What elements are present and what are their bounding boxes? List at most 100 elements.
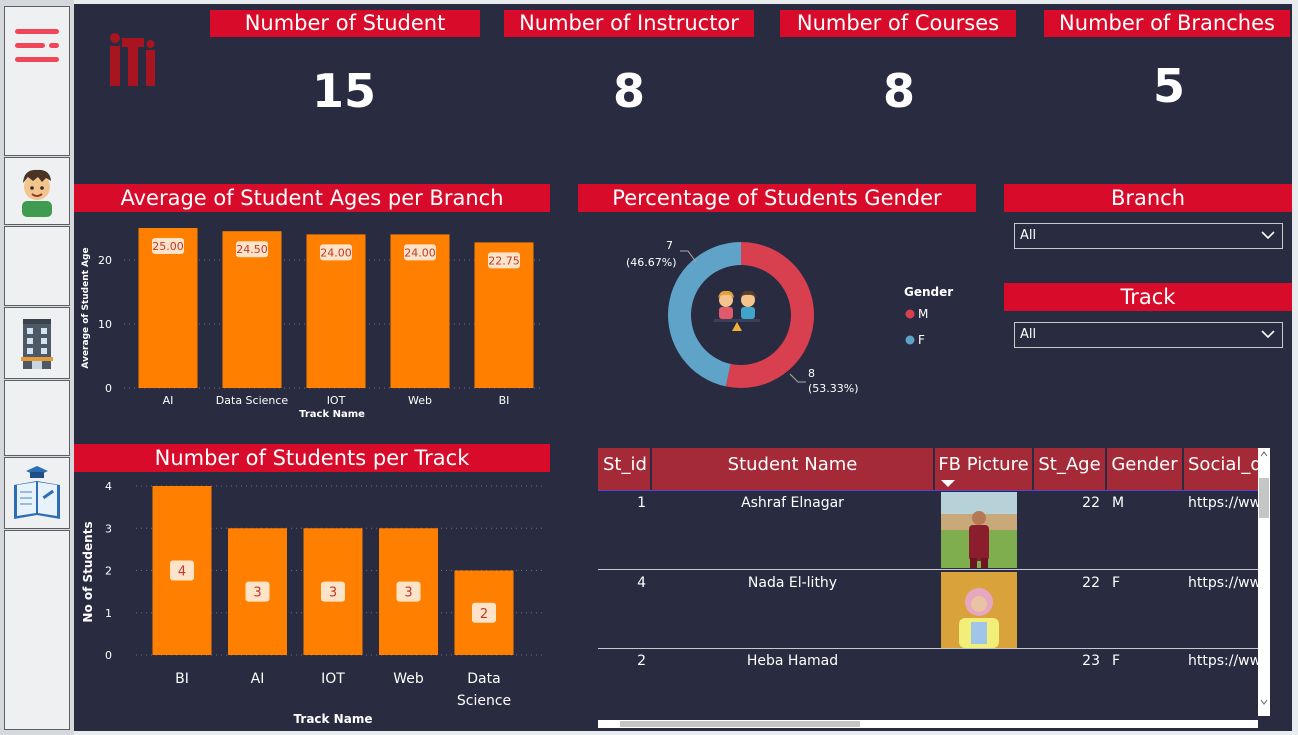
building-icon [21, 319, 53, 369]
legend-swatch-m [905, 309, 915, 319]
gender-label-f-value: 7 [666, 239, 673, 252]
kpi-title-branches: Number of Branches [1044, 10, 1290, 37]
scroll-down-icon[interactable] [1260, 698, 1268, 706]
book-graduation-icon [14, 466, 60, 519]
data-label: 3 [404, 586, 412, 601]
branch-dropdown[interactable]: All [1014, 223, 1283, 249]
y-axis-title: No of Students [81, 521, 95, 622]
sidebar [0, 0, 74, 735]
data-label: 2 [480, 607, 488, 622]
track-dropdown-value: All [1020, 327, 1037, 342]
column-header-st-age[interactable]: St_Age [1034, 448, 1105, 490]
cell-social-link[interactable]: https://ww [1188, 653, 1258, 669]
y-tick-label: 10 [98, 318, 112, 331]
sort-arrow-icon [941, 480, 955, 487]
gender-chart-title: Percentage of Students Gender [578, 184, 976, 212]
vertical-scrollbar-thumb[interactable] [1259, 478, 1269, 518]
data-label: 24.00 [320, 246, 352, 259]
tracks-bar-chart: 0 1 2 3 4 4 BI 3 AI 3 IOT 3 Web 2 Data Science Track Nam… [81, 480, 544, 726]
column-header-st-id[interactable]: St_id [598, 448, 650, 490]
branch-dropdown-value: All [1020, 228, 1037, 243]
gender-legend-title: Gender [904, 285, 953, 299]
track-filter-title: Track [1004, 283, 1292, 311]
students-table: St_id Student Name FB Picture St_Age Gen… [598, 448, 1270, 730]
hamburger-menu-icon[interactable] [13, 27, 61, 71]
legend-label-m: M [918, 307, 928, 321]
data-label: 3 [329, 586, 337, 601]
column-header-gender[interactable]: Gender [1107, 448, 1182, 490]
kpi-value-courses: 8 [882, 64, 915, 118]
kpi-value-students: 15 [311, 64, 376, 118]
gender-label-m-value: 8 [808, 367, 815, 380]
track-dropdown[interactable]: All [1014, 322, 1283, 348]
x-tick-label: Web [408, 394, 432, 407]
cell-st-id: 2 [637, 653, 646, 669]
kpi-title-students: Number of Student [210, 10, 480, 37]
branches-page-button[interactable] [4, 307, 70, 379]
cell-social-link[interactable]: https://ww [1188, 575, 1258, 591]
legend-swatch-f [905, 335, 915, 345]
kpi-title-instructors: Number of Instructor [504, 10, 754, 37]
cell-gender: M [1112, 495, 1125, 511]
students-page-button[interactable] [4, 157, 70, 225]
legend-label-f: F [918, 333, 925, 347]
track-chart-title: Number of Students per Track [74, 444, 550, 472]
gender-label-m-percent: (53.33%) [808, 382, 859, 395]
students-gender-icon [714, 290, 760, 331]
chevron-down-icon [1261, 330, 1275, 339]
scroll-up-icon[interactable] [1260, 450, 1268, 458]
cell-st-id: 4 [637, 575, 646, 591]
cell-student-name: Heba Hamad [746, 653, 839, 669]
cell-social-link[interactable]: https://ww [1188, 495, 1258, 511]
x-tick-label: Data [467, 671, 500, 687]
courses-page-button[interactable] [4, 457, 70, 529]
student-photo-image[interactable] [941, 572, 1017, 648]
x-tick-label: BI [499, 394, 510, 407]
x-axis-title: Track Name [299, 409, 365, 420]
column-header-student-name[interactable]: Student Name [652, 448, 933, 490]
data-label: 25.00 [152, 240, 184, 253]
vertical-scrollbar[interactable] [1258, 448, 1270, 716]
chevron-down-icon [1261, 231, 1275, 240]
x-tick-label: Science [457, 693, 511, 709]
x-tick-label: AI [163, 394, 174, 407]
kpi-value-instructors: 8 [612, 64, 645, 118]
ages-chart-title: Average of Student Ages per Branch [74, 184, 550, 212]
gender-label-f-percent: (46.67%) [626, 256, 677, 269]
student-avatar-icon [22, 169, 52, 217]
student-photo-image[interactable] [941, 492, 1017, 568]
y-axis-title: Average of Student Age [81, 247, 91, 368]
column-header-fb-picture[interactable]: FB Picture [935, 448, 1032, 490]
y-tick-label: 20 [98, 254, 112, 267]
cell-st-age: 22 [1082, 495, 1100, 511]
x-tick-label: Web [393, 671, 424, 687]
kpi-title-courses: Number of Courses [780, 10, 1016, 37]
x-tick-label: IOT [321, 671, 345, 687]
x-tick-label: IOT [327, 394, 346, 407]
column-header-social[interactable]: Social_d [1184, 448, 1260, 490]
kpi-value-branches: 5 [1152, 59, 1185, 113]
cell-gender: F [1112, 653, 1121, 669]
x-tick-label: BI [175, 671, 189, 687]
horizontal-scrollbar-thumb[interactable] [620, 721, 860, 727]
empty-tile [4, 226, 70, 306]
y-tick-label: 1 [105, 607, 112, 620]
y-tick-label: 0 [105, 382, 112, 395]
y-tick-label: 3 [105, 522, 112, 535]
cell-st-id: 1 [637, 495, 646, 511]
dashboard-canvas: Number of Student Number of Instructor N… [74, 4, 1292, 731]
x-tick-label: AI [251, 671, 265, 687]
cell-st-age: 23 [1082, 653, 1100, 669]
column-header-fb-picture-label: FB Picture [938, 454, 1029, 475]
y-tick-label: 2 [105, 565, 112, 578]
empty-tile [4, 380, 70, 456]
empty-tile [4, 530, 70, 730]
data-label: 3 [253, 586, 261, 601]
ages-bar-chart: 0 10 20 25.00 AI 24.50 Data Science 24.00 IOT 24.… [81, 228, 544, 420]
menu-tile[interactable] [4, 6, 70, 156]
data-label: 24.50 [236, 243, 268, 256]
horizontal-scrollbar[interactable] [598, 720, 1258, 728]
data-label: 4 [178, 565, 186, 580]
y-tick-label: 0 [105, 649, 112, 662]
gender-donut-chart: 7 (46.67%) 8 (53.33%) Gender M F [626, 239, 953, 395]
